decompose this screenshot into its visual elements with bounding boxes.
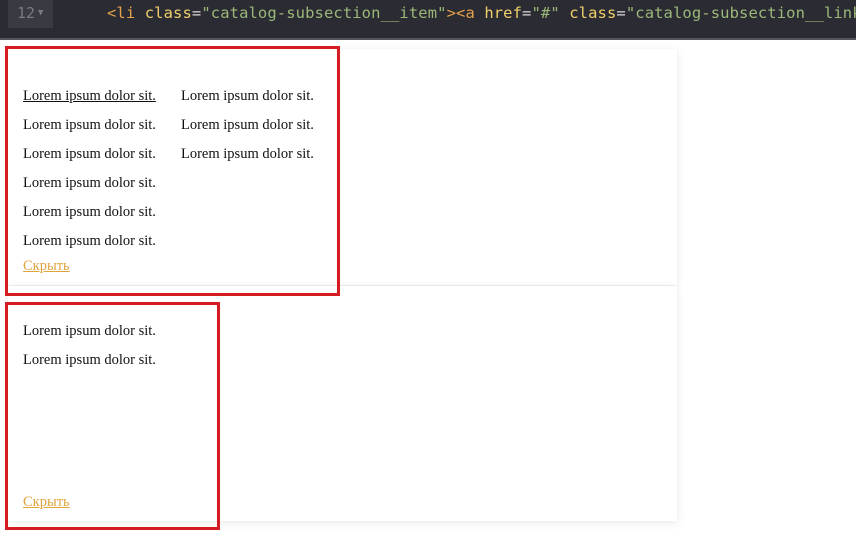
code-token-string: "catalog-subsection__item" <box>201 4 447 22</box>
catalog-subsection-list: Lorem ipsum dolor sit. Lorem ipsum dolor… <box>23 322 156 380</box>
list-item: Lorem ipsum dolor sit. <box>23 174 156 203</box>
code-token-tag: ><a <box>446 4 475 22</box>
catalog-link[interactable]: Lorem ipsum dolor sit. <box>23 352 156 368</box>
code-token-attr: class <box>569 4 617 22</box>
list-item: Lorem ipsum dolor sit. <box>23 203 156 232</box>
code-token-tag: <li <box>107 4 136 22</box>
list-item: Lorem ipsum dolor sit. <box>181 87 314 116</box>
catalog-subsection-list: Lorem ipsum dolor sit. Lorem ipsum dolor… <box>181 87 314 174</box>
hide-toggle-link[interactable]: Скрыть <box>23 494 70 511</box>
list-item: Lorem ipsum dolor sit. <box>23 322 156 351</box>
list-item: Lorem ipsum dolor sit. <box>23 145 156 174</box>
list-item: Lorem ipsum dolor sit. <box>23 351 156 380</box>
catalog-link[interactable]: Lorem ipsum dolor sit. <box>23 146 156 162</box>
catalog-link[interactable]: Lorem ipsum dolor sit. <box>181 117 314 133</box>
hide-toggle-link[interactable]: Скрыть <box>23 258 70 275</box>
catalog-link[interactable]: Lorem ipsum dolor sit. <box>23 88 156 104</box>
catalog-link[interactable]: Lorem ipsum dolor sit. <box>23 175 156 191</box>
code-line[interactable]: <li class="catalog-subsection__item"><a … <box>107 4 856 22</box>
code-token-attr: class <box>144 4 192 22</box>
catalog-link[interactable]: Lorem ipsum dolor sit. <box>23 117 156 133</box>
catalog-link[interactable]: Lorem ipsum dolor sit. <box>181 88 314 104</box>
catalog-link[interactable]: Lorem ipsum dolor sit. <box>23 323 156 339</box>
list-item: Lorem ipsum dolor sit. <box>23 116 156 145</box>
line-number: 12 <box>17 4 36 22</box>
catalog-link[interactable]: Lorem ipsum dolor sit. <box>181 146 314 162</box>
list-item: Lorem ipsum dolor sit. <box>181 145 314 174</box>
code-token-string: "#" <box>531 4 560 22</box>
list-item: Lorem ipsum dolor sit. <box>23 232 156 261</box>
list-item: Lorem ipsum dolor sit. <box>181 116 314 145</box>
code-token-string: "catalog-subsection__link" <box>625 4 856 22</box>
list-item: Lorem ipsum dolor sit. <box>23 87 156 116</box>
code-editor-strip: 12 ▼ <li class="catalog-subsection__item… <box>0 0 856 40</box>
code-token-attr: href <box>484 4 523 22</box>
catalog-link[interactable]: Lorem ipsum dolor sit. <box>23 204 156 220</box>
catalog-link[interactable]: Lorem ipsum dolor sit. <box>23 233 156 249</box>
code-token-eq: = <box>191 4 202 22</box>
code-token-eq: = <box>616 4 626 22</box>
fold-arrow-icon[interactable]: ▼ <box>38 8 43 18</box>
catalog-subsection-list: Lorem ipsum dolor sit. Lorem ipsum dolor… <box>23 87 156 261</box>
